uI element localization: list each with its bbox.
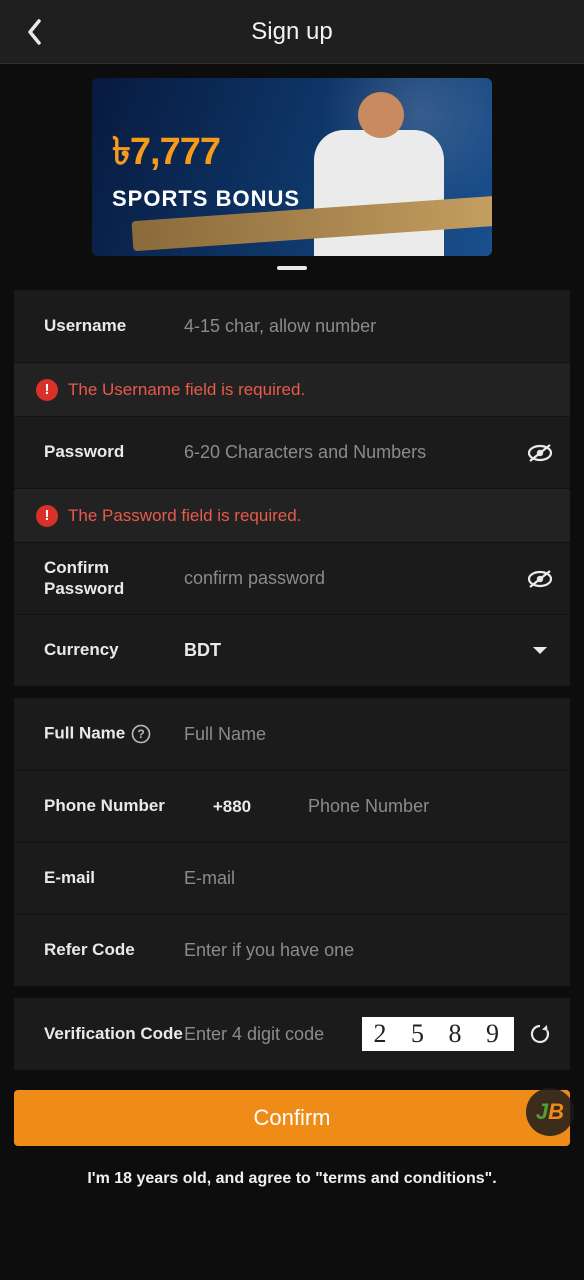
currency-value: BDT [184,640,526,661]
password-row: Password [14,416,570,488]
eye-off-icon[interactable] [526,565,554,593]
refer-label: Refer Code [44,940,184,960]
username-label: Username [44,316,184,336]
phone-input[interactable] [280,796,554,817]
username-error-text: The Username field is required. [68,380,305,400]
chevron-down-icon [526,637,554,665]
header: Sign up [0,0,584,64]
username-error-row: ! The Username field is required. [14,362,570,416]
captcha-image: 2 5 8 9 [362,1017,515,1051]
error-icon: ! [36,505,58,527]
currency-label: Currency [44,640,184,660]
fullname-input[interactable] [184,724,554,745]
page-title: Sign up [0,18,584,46]
confirm-button[interactable]: Confirm [14,1090,570,1146]
back-icon[interactable] [18,16,50,48]
verify-input[interactable] [184,1024,358,1045]
email-label: E-mail [44,868,184,888]
refer-input[interactable] [184,940,554,961]
currency-row[interactable]: Currency BDT [14,614,570,686]
username-row: Username [14,290,570,362]
error-icon: ! [36,379,58,401]
password-label: Password [44,442,184,462]
refresh-icon[interactable] [526,1020,554,1048]
carousel-pager[interactable] [277,266,307,270]
banner-container: ৳7,777 SPORTS BONUS [0,64,584,278]
verify-label: Verification Code [44,1024,184,1044]
fullname-row: Full Name? [14,698,570,770]
svg-text:?: ? [138,727,145,741]
confirm-password-row: Confirm Password [14,542,570,614]
refer-row: Refer Code [14,914,570,986]
password-input[interactable] [184,442,526,463]
banner-bonus-amount: ৳7,777 [112,122,300,186]
phone-row: Phone Number +880 [14,770,570,842]
phone-label: Phone Number [44,796,184,816]
verify-row: Verification Code 2 5 8 9 [14,998,570,1070]
password-error-row: ! The Password field is required. [14,488,570,542]
confirm-password-input[interactable] [184,568,526,589]
fullname-label-text: Full Name [44,723,125,742]
form-section-personal: Full Name? Phone Number +880 E-mail Refe… [14,698,570,986]
promo-banner[interactable]: ৳7,777 SPORTS BONUS [92,78,492,256]
username-input[interactable] [184,316,554,337]
banner-text: ৳7,777 SPORTS BONUS [92,122,300,212]
password-error-text: The Password field is required. [68,506,301,526]
email-row: E-mail [14,842,570,914]
agreement-text[interactable]: I'm 18 years old, and agree to "terms an… [0,1170,584,1188]
help-icon[interactable]: ? [127,720,155,748]
form-section-credentials: Username ! The Username field is require… [14,290,570,686]
fullname-label: Full Name? [44,720,184,748]
banner-bonus-label: SPORTS BONUS [112,186,300,212]
email-input[interactable] [184,868,554,889]
floating-brand-badge[interactable]: JB [526,1088,574,1136]
eye-off-icon[interactable] [526,439,554,467]
form-section-verify: Verification Code 2 5 8 9 [14,998,570,1070]
confirm-password-label: Confirm Password [44,558,184,599]
phone-country-code[interactable]: +880 [184,797,280,817]
